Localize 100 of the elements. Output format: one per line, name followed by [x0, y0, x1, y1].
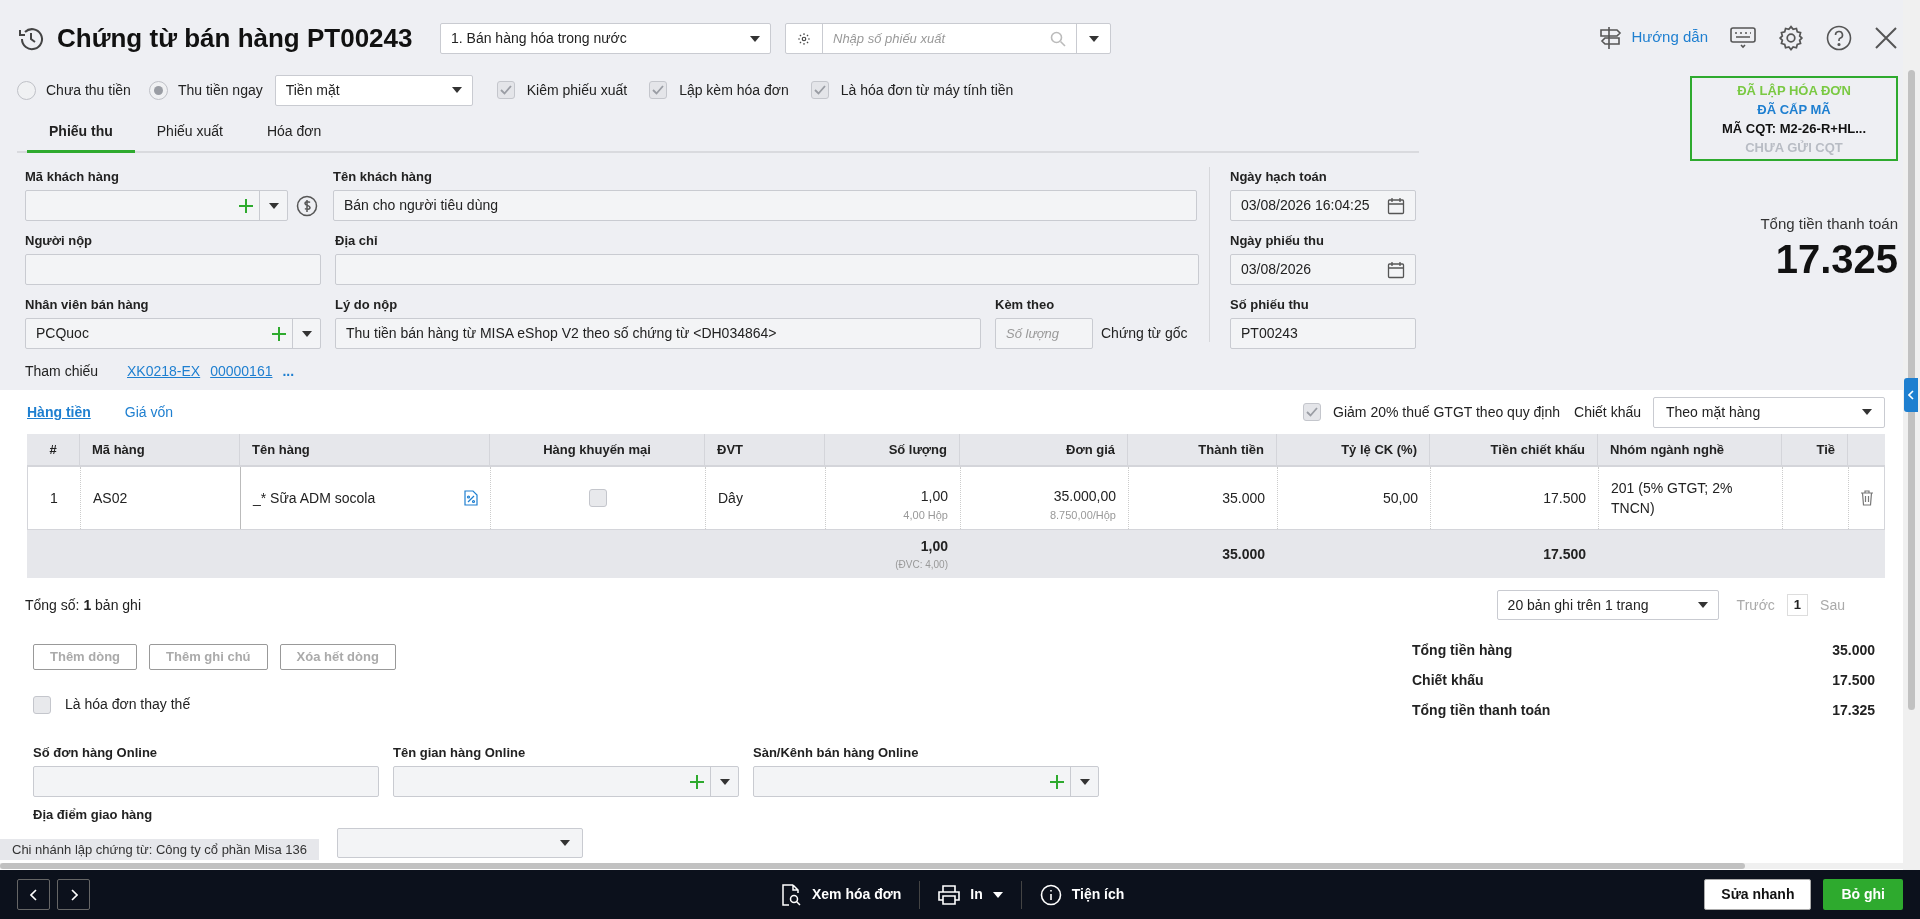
column-header: Nhóm ngành nghề — [1598, 434, 1782, 465]
checkbox[interactable] — [33, 695, 51, 714]
discount-select[interactable]: Theo mặt hàng — [1653, 396, 1885, 428]
salesperson-field[interactable]: PCQuoc — [25, 318, 321, 349]
record-count: Tổng số: 1 bản ghi — [25, 595, 141, 615]
receipt-number-field[interactable]: PT00243 — [1230, 318, 1416, 349]
online-field[interactable] — [393, 766, 739, 797]
help-icon[interactable] — [1826, 24, 1852, 51]
summary-value: 17.500 — [1832, 671, 1875, 688]
column-header: ĐVT — [705, 434, 825, 465]
caret-icon — [1862, 409, 1872, 415]
field-label: Ngày phiếu thu — [1230, 232, 1325, 249]
tab[interactable]: Phiếu xuất — [134, 113, 245, 153]
branch-label: Chi nhánh lập chứng từ: Công ty cổ phần Misa 136 — [0, 839, 319, 860]
column-header: # — [27, 434, 80, 465]
status-text: ĐÃ CẤP MÃ — [1757, 100, 1831, 119]
checkbox-label: Kiêm phiếu xuất — [526, 80, 628, 100]
checkbox-label: Giảm 20% thuế GTGT theo quy định — [1333, 402, 1561, 422]
column-header: Tiề — [1782, 434, 1848, 465]
voucher-type-select[interactable]: 1. Bán hàng hóa trong nước — [440, 23, 771, 54]
column-header: Tỷ lệ CK (%) — [1277, 434, 1430, 465]
caret-icon — [1088, 35, 1099, 42]
next-button[interactable] — [57, 879, 90, 910]
checkbox[interactable] — [810, 81, 829, 99]
vertical-scrollbar[interactable] — [1908, 70, 1915, 710]
tab[interactable]: Hóa đơn — [244, 113, 344, 153]
table-cell: AS02 — [81, 467, 241, 529]
summary-value: 17.325 — [1832, 701, 1875, 718]
field-label: Địa điểm giao hàng — [33, 806, 154, 823]
document-search-icon — [779, 883, 802, 906]
page-number[interactable]: 1 — [1786, 594, 1809, 616]
view-invoice-button[interactable]: Xem hóa đơn — [769, 883, 912, 906]
previous-button[interactable] — [17, 879, 50, 910]
date-field[interactable]: 03/08/2026 — [1230, 254, 1416, 285]
caret-icon — [301, 330, 312, 337]
field-label: Sàn/Kênh bán hàng Online — [753, 744, 920, 761]
window-title: Chứng từ bán hàng PT00243 — [57, 22, 414, 55]
table-cell: 17.500 — [1431, 467, 1599, 529]
customer-name-field[interactable]: Bán cho người tiêu dùng — [333, 190, 1197, 221]
page-size-select[interactable]: 20 bản ghi trên 1 trang — [1496, 590, 1719, 620]
dollar-icon[interactable] — [296, 194, 318, 217]
field-label: Số phiếu thu — [1230, 296, 1310, 313]
close-icon[interactable] — [1874, 25, 1898, 50]
discount-tag-icon[interactable] — [464, 490, 478, 506]
keyboard-icon[interactable] — [1730, 25, 1756, 50]
settings-icon[interactable] — [1778, 24, 1804, 51]
search-bar[interactable]: Nhập số phiếu xuất — [785, 23, 1111, 54]
column-header: Mã hàng — [80, 434, 240, 465]
side-panel-toggle[interactable] — [1904, 378, 1918, 412]
field-label: Tên khách hàng — [333, 168, 433, 185]
payer-field[interactable] — [25, 254, 321, 285]
table-cell-text: 1,00 — [920, 486, 948, 506]
reason-field[interactable]: Thu tiền bán hàng từ MISA eShop V2 theo số chứng từ <DH034864> — [335, 318, 981, 349]
quick-edit-button[interactable]: Sửa nhanh — [1704, 879, 1812, 910]
discount-label: Chiết khấu — [1574, 402, 1641, 422]
tab[interactable]: Phiếu thu — [27, 113, 135, 153]
plus-icon[interactable] — [1050, 774, 1064, 789]
column-header: Tên hàng — [240, 434, 490, 465]
plus-icon[interactable] — [239, 198, 253, 213]
horizontal-scrollbar[interactable] — [0, 863, 1745, 869]
field-label: Tên gian hàng Online — [393, 744, 527, 761]
column-header: Số lượng — [825, 434, 960, 465]
detail-tab[interactable]: Hàng tiền — [27, 401, 91, 423]
payment-method-select[interactable]: Tiền mặt — [274, 74, 473, 106]
radio-button[interactable] — [17, 80, 36, 100]
chevron-left-icon — [29, 888, 38, 901]
field-label: Mã khách hàng — [25, 168, 120, 185]
print-button[interactable]: In — [928, 884, 1013, 905]
checkbox[interactable] — [649, 81, 668, 99]
calendar-icon[interactable] — [1387, 260, 1405, 279]
online-field[interactable] — [33, 766, 379, 797]
calendar-icon[interactable] — [1387, 196, 1405, 215]
reference-link[interactable]: 00000161 — [210, 360, 273, 382]
table-cell: 1 — [28, 467, 81, 529]
address-field[interactable] — [335, 254, 1199, 285]
more-link[interactable]: ... — [282, 360, 295, 382]
detail-tab[interactable]: Giá vốn — [124, 401, 174, 423]
table-cell: 50,00 — [1278, 467, 1431, 529]
guide-link[interactable]: Hướng dẫn — [1597, 24, 1708, 51]
status-text: MÃ CQT: M2-26-R+HL... — [1721, 119, 1867, 138]
customer-code-field[interactable] — [25, 190, 288, 221]
field-label: Người nộp — [25, 232, 94, 249]
date-field[interactable]: 03/08/2026 16:04:25 — [1230, 190, 1416, 221]
online-field[interactable] — [753, 766, 1099, 797]
promo-checkbox[interactable] — [589, 489, 607, 507]
checkbox[interactable] — [1303, 403, 1322, 421]
plus-icon[interactable] — [272, 326, 286, 341]
search-field[interactable]: Nhập số phiếu xuất — [833, 28, 1050, 49]
reference-link[interactable]: XK0218-EX — [127, 360, 201, 382]
checkbox-label: Là hóa đơn thay thế — [65, 695, 191, 714]
search-icon — [1050, 30, 1066, 47]
delivery-select[interactable] — [337, 828, 583, 858]
plus-icon[interactable] — [690, 774, 704, 789]
checkbox[interactable] — [496, 81, 515, 99]
table-cell-text: _* Sữa ADM socola — [253, 488, 376, 508]
field-label: Nhân viên bán hàng — [25, 296, 150, 313]
radio-button[interactable] — [148, 80, 168, 100]
field-label: Kèm theo — [995, 296, 1056, 313]
utilities-button[interactable]: Tiện ích — [1029, 883, 1135, 906]
delete-icon[interactable] — [1859, 490, 1874, 506]
